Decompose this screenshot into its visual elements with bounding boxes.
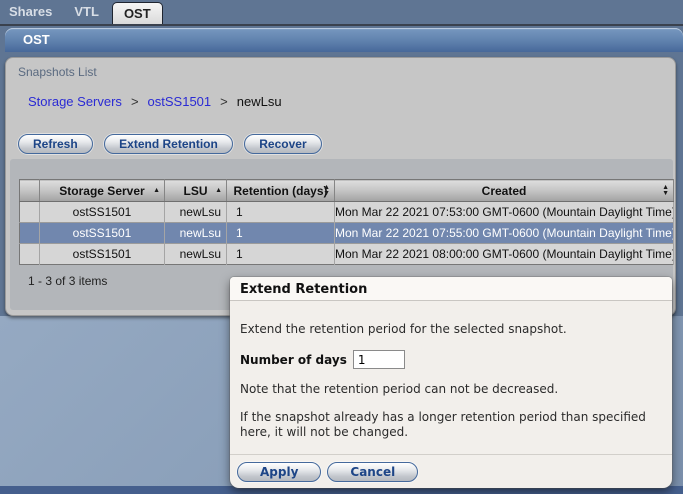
lsu-cell: newLsu	[165, 223, 227, 244]
dialog-note-decrease: Note that the retention period can not b…	[240, 382, 662, 397]
header-retention-days[interactable]: Retention (days) ▲▼	[227, 180, 335, 202]
header-label: Retention (days)	[233, 184, 327, 198]
tab-vtl[interactable]: VTL	[70, 4, 103, 24]
dialog-note-longer: If the snapshot already has a longer ret…	[240, 410, 662, 440]
sort-both-icon: ▲▼	[323, 185, 330, 197]
lsu-cell: newLsu	[165, 244, 227, 265]
header-label: Storage Server	[59, 184, 144, 198]
breadcrumb-separator-icon: >	[131, 94, 139, 109]
storage-server-cell: ostSS1501	[40, 244, 165, 265]
refresh-button[interactable]: Refresh	[18, 134, 93, 154]
retention-cell: 1	[227, 202, 335, 223]
top-tab-bar: Shares VTL OST	[0, 0, 683, 26]
extend-retention-button[interactable]: Extend Retention	[104, 134, 233, 154]
apply-button[interactable]: Apply	[237, 462, 321, 482]
retention-cell: 1	[227, 223, 335, 244]
tab-ost-active[interactable]: OST	[112, 2, 163, 24]
breadcrumb: Storage Servers > ostSS1501 > newLsu	[28, 94, 282, 109]
toolbar: Refresh Extend Retention Recover	[18, 134, 329, 154]
breadcrumb-current-lsu: newLsu	[237, 94, 282, 109]
created-cell: Mon Mar 22 2021 07:55:00 GMT-0600 (Mount…	[335, 223, 674, 244]
snapshots-table: Storage Server ▲ LSU ▲ Retention (days) …	[19, 179, 674, 265]
row-select-cell[interactable]	[20, 223, 40, 244]
table-header-row: Storage Server ▲ LSU ▲ Retention (days) …	[20, 180, 674, 202]
extend-retention-dialog: Extend Retention Extend the retention pe…	[230, 277, 672, 488]
retention-cell: 1	[227, 244, 335, 265]
row-select-cell[interactable]	[20, 202, 40, 223]
pagination-status: 1 - 3 of 3 items	[28, 274, 107, 288]
header-storage-server[interactable]: Storage Server ▲	[40, 180, 165, 202]
app-window: Shares VTL OST OST Snapshots List Storag…	[0, 0, 683, 494]
number-of-days-label: Number of days	[240, 353, 347, 367]
tab-shares[interactable]: Shares	[5, 4, 56, 24]
header-label: Created	[482, 184, 527, 198]
created-cell: Mon Mar 22 2021 08:00:00 GMT-0600 (Mount…	[335, 244, 674, 265]
storage-server-cell: ostSS1501	[40, 202, 165, 223]
row-select-cell[interactable]	[20, 244, 40, 265]
section-header-bar: OST	[5, 28, 683, 52]
created-cell: Mon Mar 22 2021 07:53:00 GMT-0600 (Mount…	[335, 202, 674, 223]
breadcrumb-storage-server[interactable]: ostSS1501	[148, 94, 212, 109]
header-select-column	[20, 180, 40, 202]
header-label: LSU	[184, 184, 208, 198]
lsu-cell: newLsu	[165, 202, 227, 223]
breadcrumb-separator-icon: >	[220, 94, 228, 109]
sort-ascending-icon: ▲	[215, 188, 222, 194]
header-created[interactable]: Created ▲▼	[335, 180, 674, 202]
sort-ascending-icon: ▲	[153, 188, 160, 194]
number-of-days-row: Number of days	[240, 350, 662, 369]
cancel-button[interactable]: Cancel	[327, 462, 418, 482]
number-of-days-input[interactable]	[353, 350, 405, 369]
section-title: OST	[23, 32, 50, 47]
dialog-footer: Apply Cancel	[230, 454, 672, 488]
table-row-selected[interactable]: ostSS1501 newLsu 1 Mon Mar 22 2021 07:55…	[20, 223, 674, 244]
header-lsu[interactable]: LSU ▲	[165, 180, 227, 202]
dialog-title: Extend Retention	[230, 277, 672, 301]
storage-server-cell: ostSS1501	[40, 223, 165, 244]
dialog-description: Extend the retention period for the sele…	[240, 322, 662, 337]
recover-button[interactable]: Recover	[244, 134, 321, 154]
table-row[interactable]: ostSS1501 newLsu 1 Mon Mar 22 2021 07:53…	[20, 202, 674, 223]
sort-both-icon: ▲▼	[662, 185, 669, 197]
panel-title: Snapshots List	[18, 65, 97, 79]
breadcrumb-storage-servers[interactable]: Storage Servers	[28, 94, 122, 109]
dialog-body: Extend the retention period for the sele…	[230, 301, 672, 440]
table-row[interactable]: ostSS1501 newLsu 1 Mon Mar 22 2021 08:00…	[20, 244, 674, 265]
